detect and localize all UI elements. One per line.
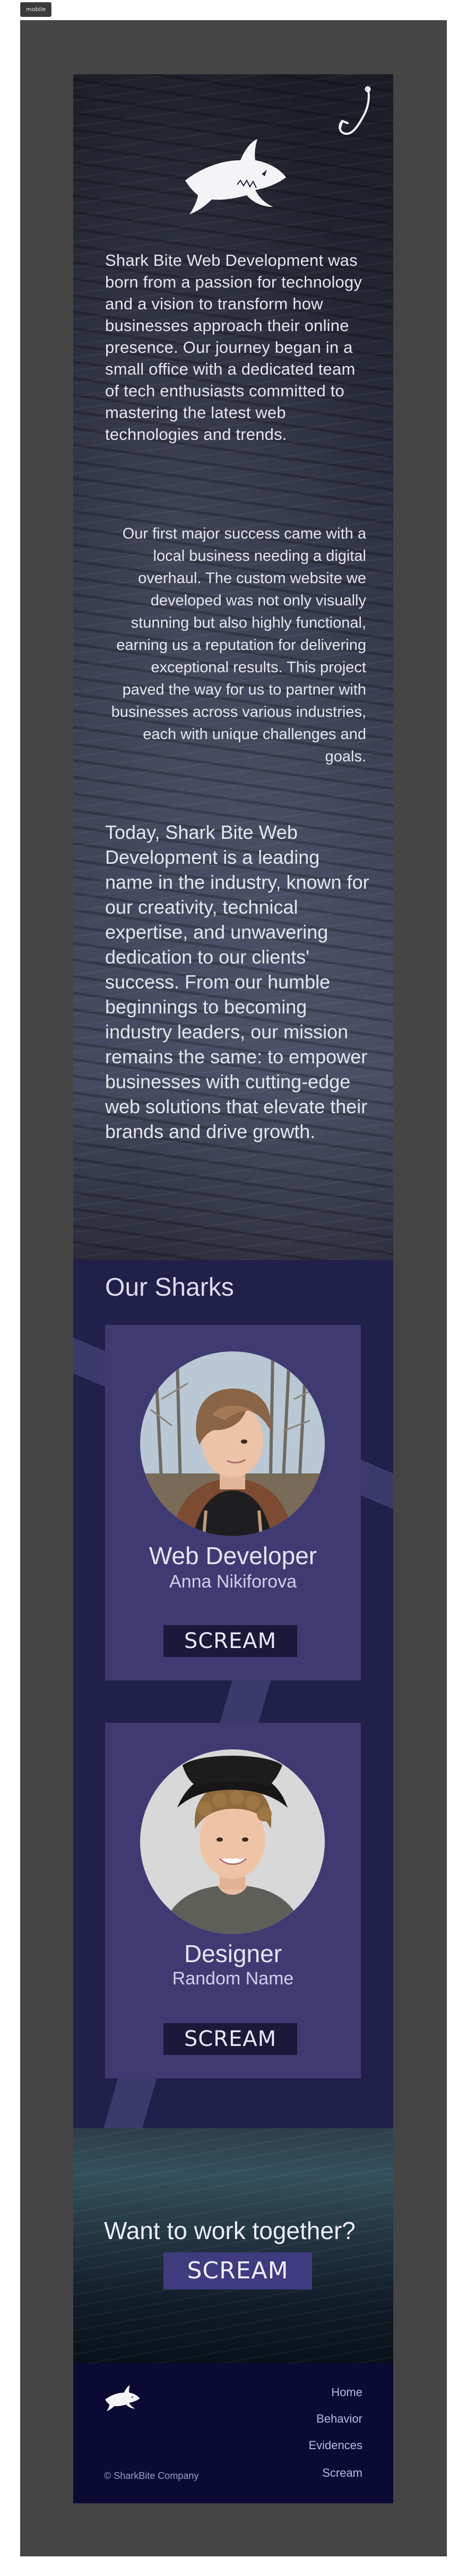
team-title: Our Sharks [105, 1273, 234, 1302]
cta-scream-button[interactable]: SCREAM [163, 2252, 312, 2289]
avatar [140, 1749, 325, 1934]
member-name: Anna Nikiforova [169, 1572, 297, 1592]
shark-logo-icon [185, 139, 286, 214]
about-paragraph-2: Our first major success came with a loca… [111, 525, 366, 765]
footer-link-behavior[interactable]: Behavior [316, 2412, 362, 2426]
member-role: Designer [184, 1940, 282, 1967]
scream-button[interactable]: SCREAM [163, 1625, 297, 1657]
team-card: Designer Random Name SCREAM [105, 1723, 361, 2078]
footer-link-home[interactable]: Home [331, 2386, 362, 2399]
device-tag: mobile [20, 2, 52, 17]
member-role: Web Developer [149, 1542, 317, 1569]
shark-logo-icon[interactable] [104, 2382, 140, 2415]
scream-button[interactable]: SCREAM [163, 2023, 297, 2055]
about-paragraph-3: Today, Shark Bite Web Development is a l… [105, 821, 369, 1142]
cta-title: Want to work together? [104, 2217, 356, 2244]
about-paragraph-1: Shark Bite Web Development was born from… [105, 251, 362, 444]
footer-link-scream[interactable]: Scream [322, 2466, 362, 2480]
team-card: Web Developer Anna Nikiforova SCREAM [105, 1325, 361, 1680]
page-content[interactable]: Shark Bite Web Development was born from… [73, 74, 393, 2503]
member-name: Random Name [172, 1968, 294, 1989]
footer: © SharkBite Company Home Behavior Eviden… [73, 2363, 393, 2503]
fish-hook-icon [339, 86, 371, 135]
copyright-text: © SharkBite Company [104, 2470, 199, 2481]
hero-section: Shark Bite Web Development was born from… [73, 74, 393, 1260]
cta-section: Want to work together? SCREAM [73, 2128, 393, 2363]
footer-link-evidences[interactable]: Evidences [308, 2439, 362, 2452]
team-section: Our Sharks Web Developer Anna Nikiforova… [73, 1260, 393, 2128]
avatar [140, 1351, 325, 1536]
